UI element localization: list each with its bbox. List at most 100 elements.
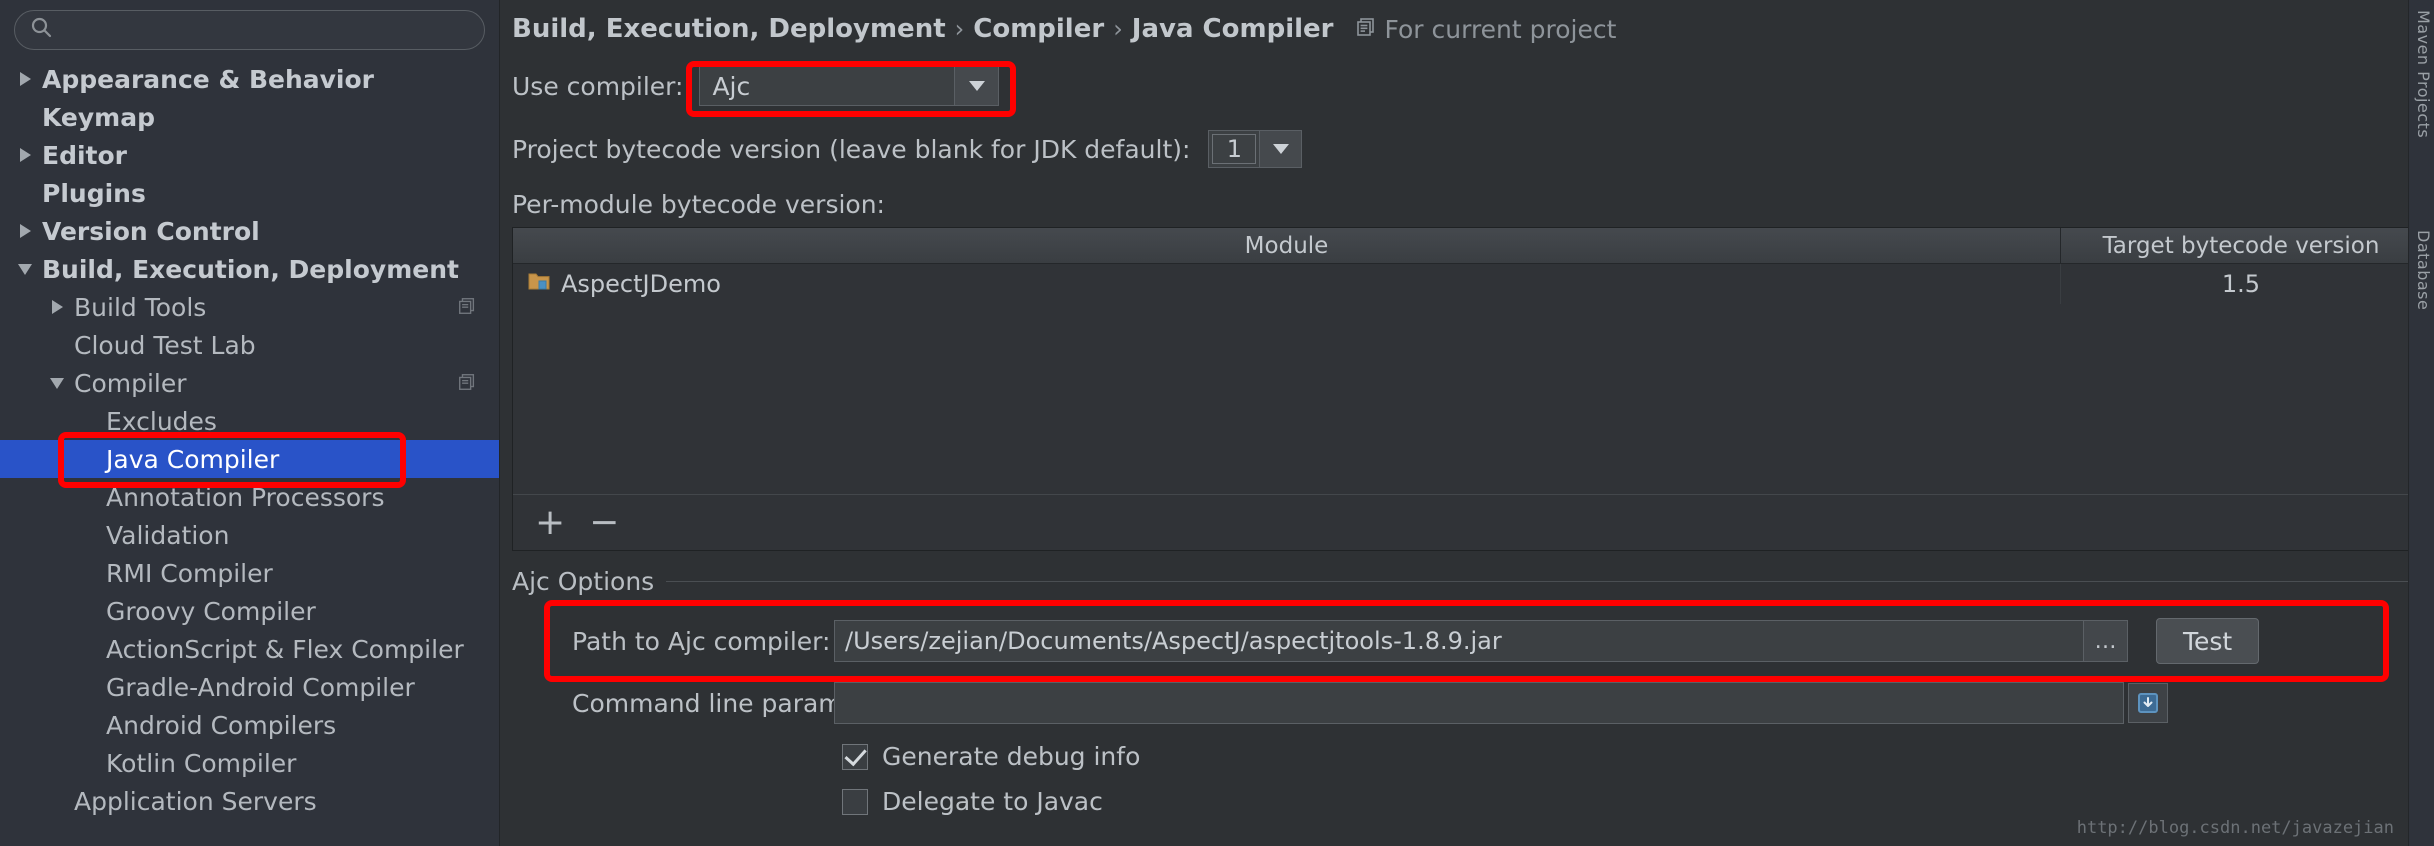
breadcrumb-crumb-2[interactable]: Compiler (973, 14, 1104, 44)
checkbox-label: Delegate to Javac (882, 787, 1103, 816)
search-input[interactable] (53, 17, 484, 43)
sidebar-item-label: ActionScript & Flex Compiler (106, 634, 464, 664)
use-compiler-value: Ajc (712, 71, 751, 101)
cmdline-label: Command line parameters: (572, 688, 915, 718)
sidebar-item-label: Version Control (42, 216, 260, 246)
breadcrumb: Build, Execution, Deployment › Compiler … (500, 0, 2434, 44)
copy-icon[interactable] (457, 293, 477, 322)
sidebar-item-excludes[interactable]: Excludes (0, 402, 499, 440)
browse-ajc-path-button[interactable]: … (2084, 620, 2128, 662)
scope-indicator: For current project (1355, 14, 1617, 44)
sidebar-item-label: Excludes (106, 406, 217, 436)
sidebar-item-build-execution-deployment[interactable]: Build, Execution, Deployment (0, 250, 499, 288)
sidebar-item-validation[interactable]: Validation (0, 516, 499, 554)
sidebar-item-actionscript-flex-compiler[interactable]: ActionScript & Flex Compiler (0, 630, 499, 668)
sidebar-item-annotation-processors[interactable]: Annotation Processors (0, 478, 499, 516)
sidebar-item-editor[interactable]: Editor (0, 136, 499, 174)
breadcrumb-crumb-1[interactable]: Build, Execution, Deployment (512, 14, 946, 44)
sidebar-item-build-tools[interactable]: Build Tools (0, 288, 499, 326)
scope-label: For current project (1384, 14, 1617, 44)
cell-module-label: AspectJDemo (561, 270, 721, 298)
sidebar-item-label: RMI Compiler (106, 558, 273, 588)
per-module-table: Module Target bytecode version AspectJDe… (512, 227, 2422, 551)
checkbox-icon[interactable] (842, 743, 868, 770)
sidebar-item-rmi-compiler[interactable]: RMI Compiler (0, 554, 499, 592)
tool-tab-database[interactable]: Database (2407, 230, 2433, 310)
search-wrap (0, 0, 499, 50)
sidebar-item-label: Application Servers (74, 786, 317, 816)
project-bytecode-label: Project bytecode version (leave blank fo… (512, 134, 1191, 164)
column-header-target-bytecode[interactable]: Target bytecode version (2061, 228, 2421, 263)
chevron-down-icon[interactable] (1259, 131, 1302, 167)
checkbox-icon[interactable] (842, 788, 868, 815)
ajc-path-label: Path to Ajc compiler: (572, 626, 831, 656)
table-toolbar: + − (513, 494, 2421, 550)
search-box[interactable] (14, 10, 485, 50)
sidebar-item-keymap[interactable]: Keymap (0, 98, 499, 136)
project-bytecode-value[interactable]: 1 (1212, 134, 1257, 164)
copy-icon (1355, 15, 1377, 44)
ajc-options-group: Ajc Options Path to Ajc compiler: /Users… (512, 567, 2422, 816)
checkbox-generate-debug-info[interactable]: Generate debug info (842, 742, 2422, 771)
sidebar-item-android-compilers[interactable]: Android Compilers (0, 706, 499, 744)
sidebar-item-groovy-compiler[interactable]: Groovy Compiler (0, 592, 499, 630)
project-bytecode-combo[interactable]: 1 (1208, 130, 1303, 168)
sidebar-item-version-control[interactable]: Version Control (0, 212, 499, 250)
sidebar-item-kotlin-compiler[interactable]: Kotlin Compiler (0, 744, 499, 782)
sidebar-item-java-compiler[interactable]: Java Compiler (0, 440, 499, 478)
chevron-right-icon[interactable] (14, 224, 36, 238)
sidebar-item-appearance-behavior[interactable]: Appearance & Behavior (0, 60, 499, 98)
ajc-path-row: Path to Ajc compiler: /Users/zejian/Docu… (512, 618, 2422, 664)
checkbox-delegate-to-javac[interactable]: Delegate to Javac (842, 787, 2422, 816)
sidebar-item-label: Build Tools (74, 292, 207, 322)
sidebar-item-compiler[interactable]: Compiler (0, 364, 499, 402)
chevron-down-icon[interactable] (46, 377, 68, 389)
cell-module: AspectJDemo (513, 264, 2061, 304)
table-header: Module Target bytecode version (513, 228, 2421, 264)
table-row[interactable]: AspectJDemo 1.5 (513, 264, 2421, 304)
add-module-button[interactable]: + (535, 504, 565, 541)
per-module-label-row: Per-module bytecode version: (500, 190, 2434, 219)
chevron-down-icon[interactable] (14, 263, 36, 275)
breadcrumb-separator-1: › (954, 15, 965, 43)
use-compiler-row: Use compiler: Ajc (500, 66, 2434, 106)
tool-tab-maven-projects[interactable]: Maven Projects (2407, 10, 2433, 138)
use-compiler-label: Use compiler: (512, 71, 684, 101)
sidebar-item-gradle-android-compiler[interactable]: Gradle-Android Compiler (0, 668, 499, 706)
cell-target-bytecode[interactable]: 1.5 (2061, 264, 2421, 304)
per-module-label: Per-module bytecode version: (512, 190, 885, 219)
expand-editor-icon[interactable] (2128, 683, 2168, 723)
sidebar-item-label: Kotlin Compiler (106, 748, 297, 778)
ajc-options-title-row: Ajc Options (512, 567, 2422, 596)
test-button[interactable]: Test (2156, 618, 2260, 664)
chevron-right-icon[interactable] (14, 72, 36, 86)
group-divider (666, 581, 2422, 582)
sidebar-item-label: Android Compilers (106, 710, 337, 740)
column-header-module[interactable]: Module (513, 228, 2061, 263)
chevron-right-icon[interactable] (46, 300, 68, 314)
sidebar-item-label: Compiler (74, 368, 187, 398)
sidebar-item-label: Annotation Processors (106, 482, 385, 512)
use-compiler-dropdown[interactable]: Ajc (699, 66, 1000, 106)
right-tool-strip: Maven Projects Database (2408, 0, 2434, 846)
search-icon (29, 15, 53, 45)
chevron-right-icon[interactable] (14, 148, 36, 162)
sidebar-item-application-servers[interactable]: Application Servers (0, 782, 499, 820)
cmdline-row: Command line parameters: (512, 682, 2422, 724)
sidebar-item-label: Java Compiler (106, 444, 280, 474)
sidebar-item-label: Keymap (42, 102, 156, 132)
sidebar-item-plugins[interactable]: Plugins (0, 174, 499, 212)
project-bytecode-row: Project bytecode version (leave blank fo… (500, 130, 2434, 168)
copy-icon[interactable] (457, 369, 477, 398)
sidebar-item-label: Cloud Test Lab (74, 330, 256, 360)
settings-sidebar: Appearance & Behavior Keymap Editor Plugins… (0, 0, 500, 846)
settings-tree: Appearance & Behavior Keymap Editor Plugins… (0, 60, 499, 820)
remove-module-button[interactable]: − (589, 504, 619, 541)
sidebar-item-cloud-test-lab[interactable]: Cloud Test Lab (0, 326, 499, 364)
sidebar-item-label: Gradle-Android Compiler (106, 672, 415, 702)
chevron-down-icon[interactable] (954, 67, 999, 105)
sidebar-item-label: Appearance & Behavior (42, 64, 374, 94)
sidebar-item-label: Validation (106, 520, 230, 550)
cmdline-input[interactable] (834, 682, 2124, 724)
ajc-path-input[interactable]: /Users/zejian/Documents/AspectJ/aspectjt… (834, 620, 2084, 662)
